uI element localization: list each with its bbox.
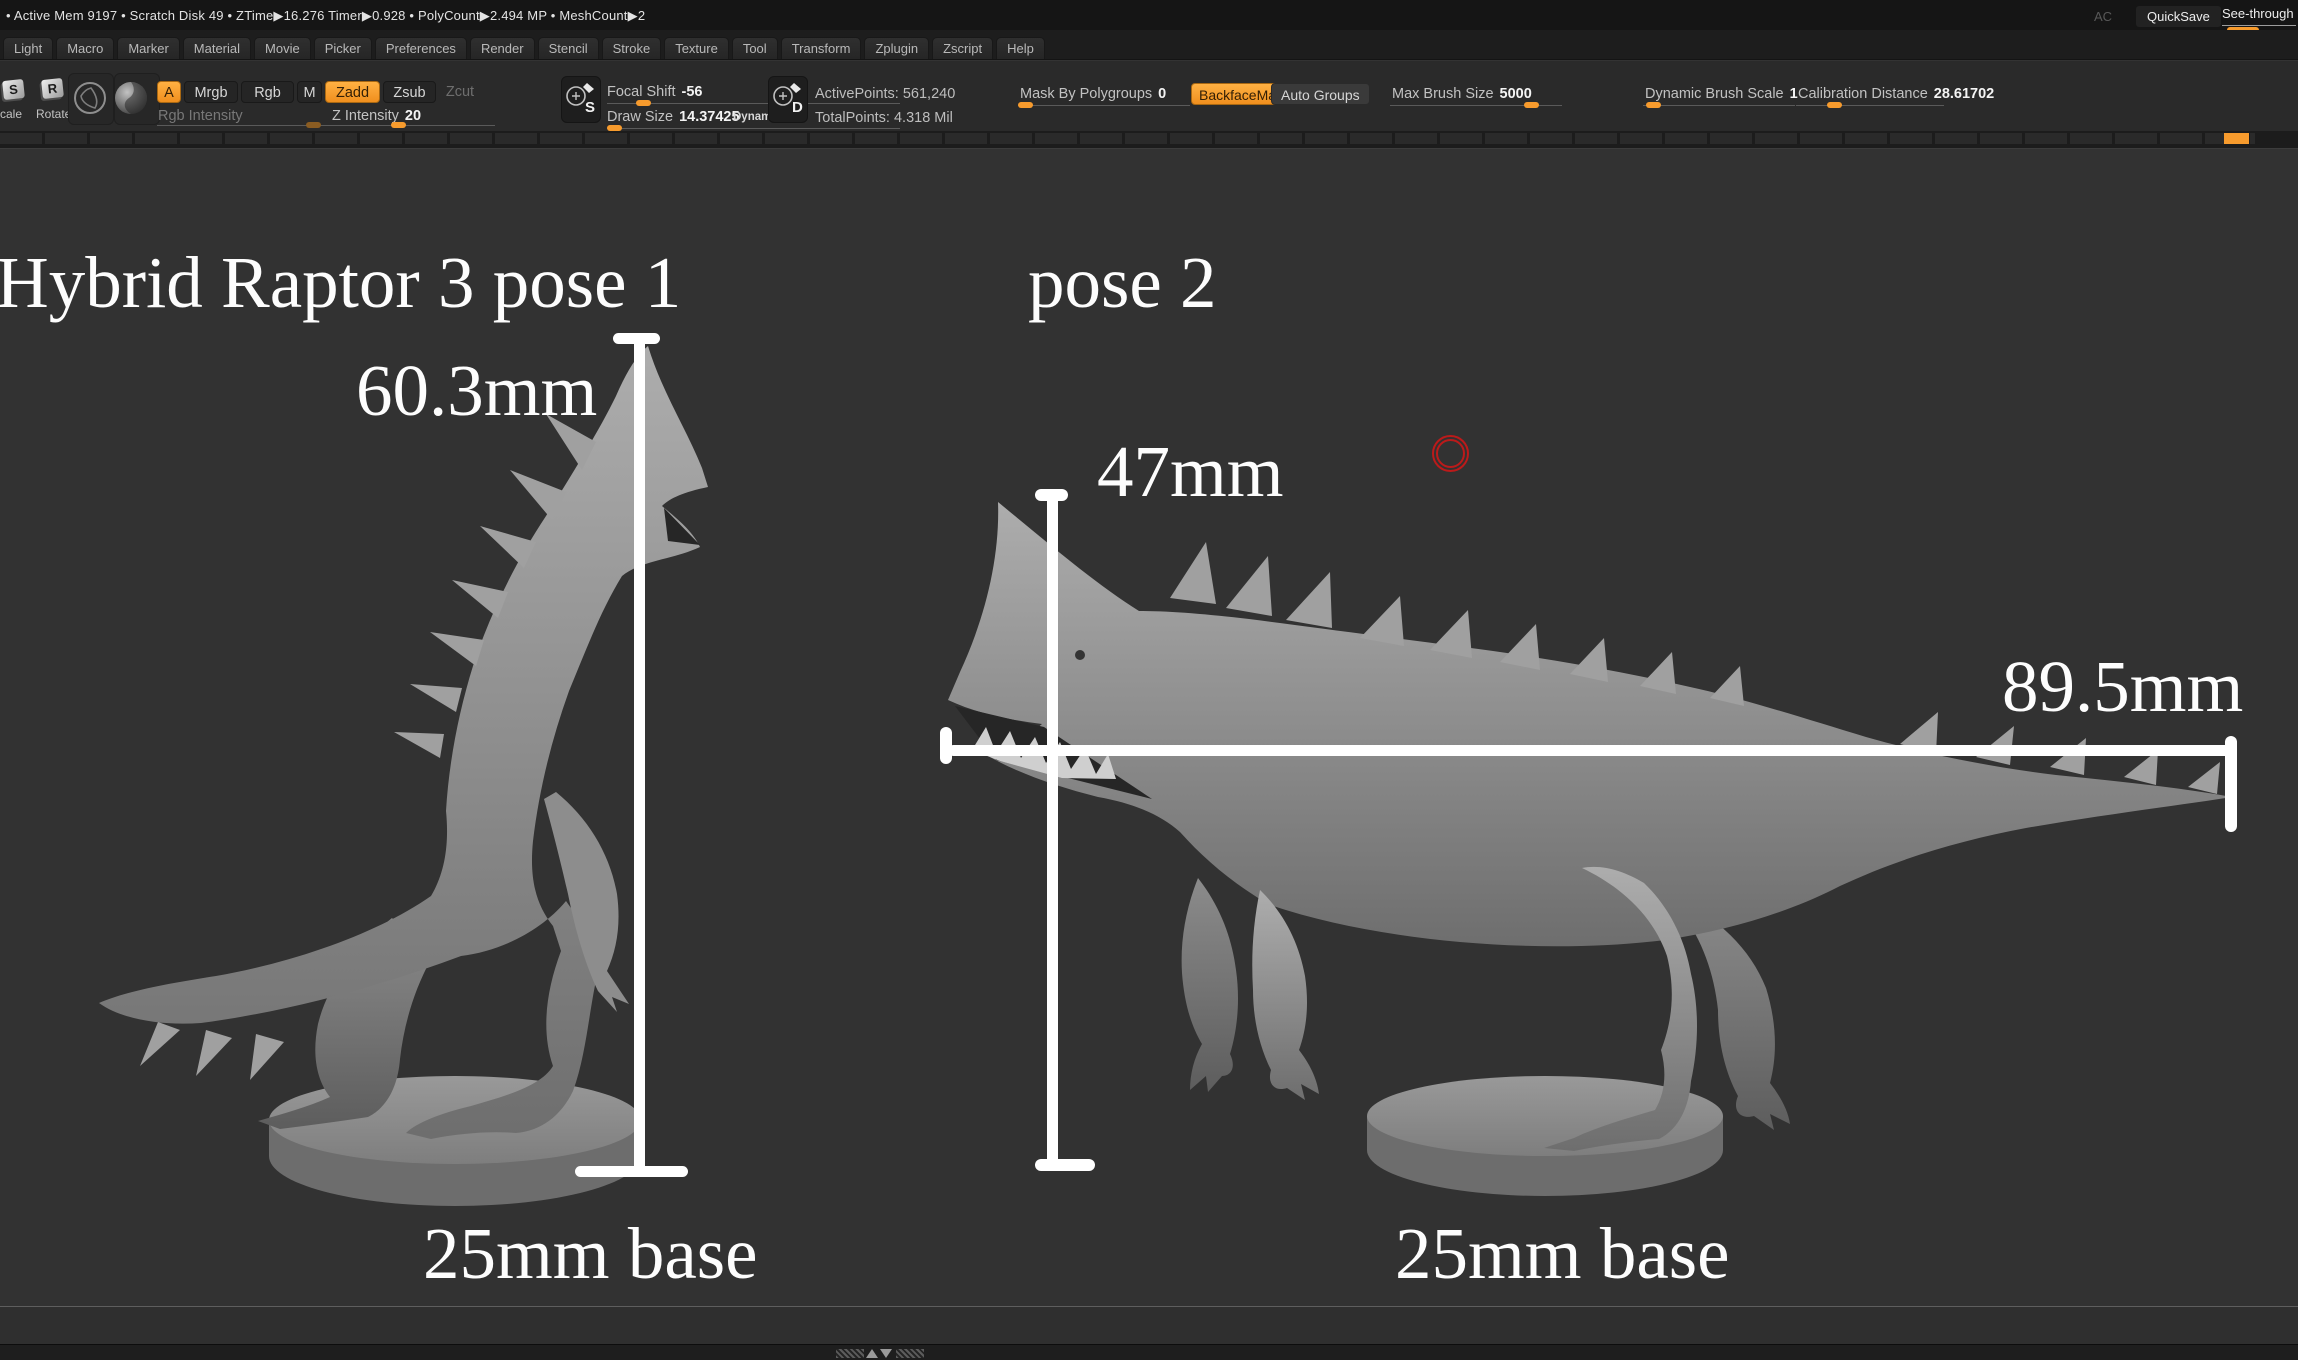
scale-label: cale (0, 107, 22, 121)
see-through-label: See-through (2222, 6, 2294, 21)
draw-brush-glyph: D (770, 78, 806, 120)
intensity-track[interactable] (157, 125, 495, 126)
tray-segments (0, 133, 2255, 144)
menu-item-texture[interactable]: Texture (664, 37, 729, 59)
rgb-button[interactable]: Rgb (241, 81, 294, 103)
zbrush-window: • Active Mem 9197 • Scratch Disk 49 • ZT… (0, 0, 2298, 1360)
lower-strip (0, 1306, 2298, 1344)
dynamic-brush-scale-handle[interactable] (1646, 102, 1661, 108)
menu-item-movie[interactable]: Movie (254, 37, 311, 59)
calibration-distance-handle[interactable] (1827, 102, 1842, 108)
zcut-button[interactable]: Zcut (438, 81, 482, 103)
scroll-down-icon[interactable] (880, 1349, 892, 1358)
m-button[interactable]: M (297, 81, 322, 103)
rotate-icon[interactable]: R (41, 78, 64, 99)
a-button[interactable]: A (157, 81, 181, 103)
menu-item-marker[interactable]: Marker (117, 37, 179, 59)
scrollbar-hatch-right[interactable] (896, 1349, 924, 1358)
ac-label: AC (2094, 9, 2112, 24)
zsub-button[interactable]: Zsub (383, 81, 436, 103)
rgb-intensity-handle[interactable] (306, 122, 321, 128)
menu-bar: Light Macro Marker Material Movie Picker… (0, 30, 2298, 60)
dynamic-brush-scale-label: Dynamic Brush Scale1 (1645, 86, 1798, 102)
menu-item-render[interactable]: Render (470, 37, 535, 59)
quicksave-button[interactable]: QuickSave (2136, 6, 2221, 27)
mask-polygroups-label: Mask By Polygroups0 (1020, 86, 1166, 102)
menu-item-zplugin[interactable]: Zplugin (864, 37, 929, 59)
z-intensity-handle[interactable] (391, 122, 406, 128)
rgb-intensity-label: Rgb Intensity (158, 108, 243, 124)
rotate-label: Rotate (36, 107, 71, 121)
auto-groups-button[interactable]: Auto Groups (1271, 83, 1370, 105)
menu-item-stencil[interactable]: Stencil (538, 37, 599, 59)
bottom-bar (0, 1344, 2298, 1360)
material-sphere-icon[interactable] (114, 81, 148, 115)
calibration-distance-track[interactable] (1796, 105, 1944, 106)
total-points: TotalPoints: 4.318 Mil (815, 110, 953, 126)
scale-icon[interactable]: S (2, 79, 25, 100)
menu-item-stroke[interactable]: Stroke (602, 37, 662, 59)
mrgb-button[interactable]: Mrgb (184, 81, 238, 103)
menu-item-light[interactable]: Light (3, 37, 53, 59)
menu-item-material[interactable]: Material (183, 37, 251, 59)
svg-text:S: S (585, 99, 595, 116)
svg-text:D: D (792, 99, 803, 116)
mask-polygroups-track[interactable] (1018, 105, 1190, 106)
focal-shift-handle[interactable] (636, 100, 651, 106)
document-canvas[interactable] (0, 148, 2298, 1307)
calibration-distance-label: Calibration Distance28.61702 (1798, 86, 1994, 102)
max-brush-size-handle[interactable] (1524, 102, 1539, 108)
menu-item-zscript[interactable]: Zscript (932, 37, 993, 59)
sculpt-brush-glyph: S (563, 78, 599, 120)
menu-item-help[interactable]: Help (996, 37, 1045, 59)
toolbar: S cale R Rotate A Mrgb Rgb M Zadd Zsub Z… (0, 60, 2298, 132)
z-intensity-label: Z Intensity20 (332, 108, 421, 124)
max-brush-size-label: Max Brush Size5000 (1392, 86, 1532, 102)
draw-size-track[interactable] (607, 128, 900, 129)
scrollbar-hatch-left[interactable] (836, 1349, 864, 1358)
dynamic-brush-scale-track[interactable] (1643, 105, 1795, 106)
status-bar: • Active Mem 9197 • Scratch Disk 49 • ZT… (0, 0, 2298, 30)
menu-item-tool[interactable]: Tool (732, 37, 778, 59)
draw-size-label: Draw Size14.37425 (607, 109, 740, 125)
scroll-up-icon[interactable] (866, 1349, 878, 1358)
tray-divider[interactable] (0, 131, 2298, 148)
tray-segment-active[interactable] (2224, 133, 2249, 144)
active-points: ActivePoints: 561,240 (815, 86, 955, 102)
menu-item-transform[interactable]: Transform (781, 37, 862, 59)
menu-item-picker[interactable]: Picker (314, 37, 372, 59)
zadd-button[interactable]: Zadd (325, 81, 380, 103)
see-through-slider[interactable]: See-through0 (2222, 6, 2296, 26)
focal-shift-label: Focal Shift-56 (607, 84, 702, 100)
menu-item-macro[interactable]: Macro (56, 37, 114, 59)
menu-item-preferences[interactable]: Preferences (375, 37, 467, 59)
mask-polygroups-handle[interactable] (1018, 102, 1033, 108)
stroke-type-icon[interactable] (73, 81, 107, 115)
status-text: • Active Mem 9197 • Scratch Disk 49 • ZT… (6, 8, 645, 24)
